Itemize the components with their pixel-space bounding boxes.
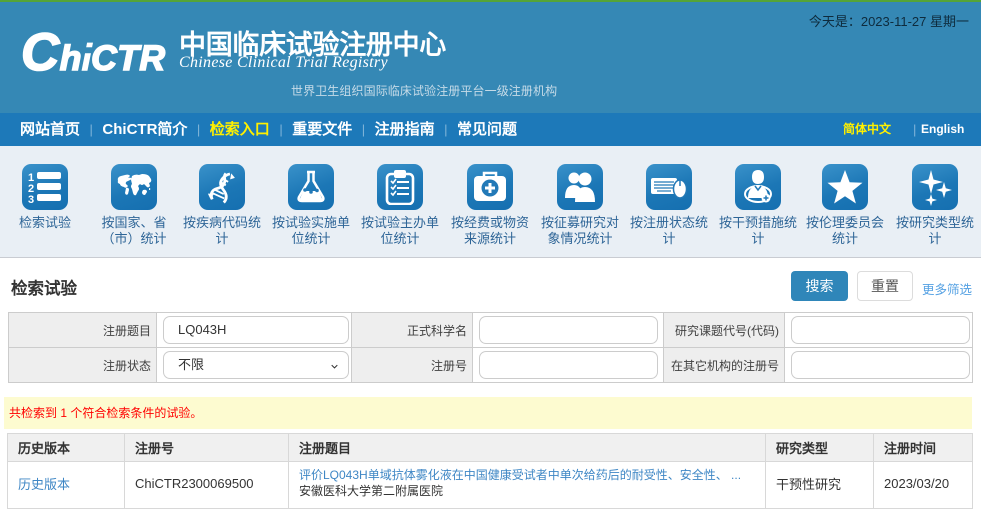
svg-text:3: 3 (28, 194, 34, 204)
